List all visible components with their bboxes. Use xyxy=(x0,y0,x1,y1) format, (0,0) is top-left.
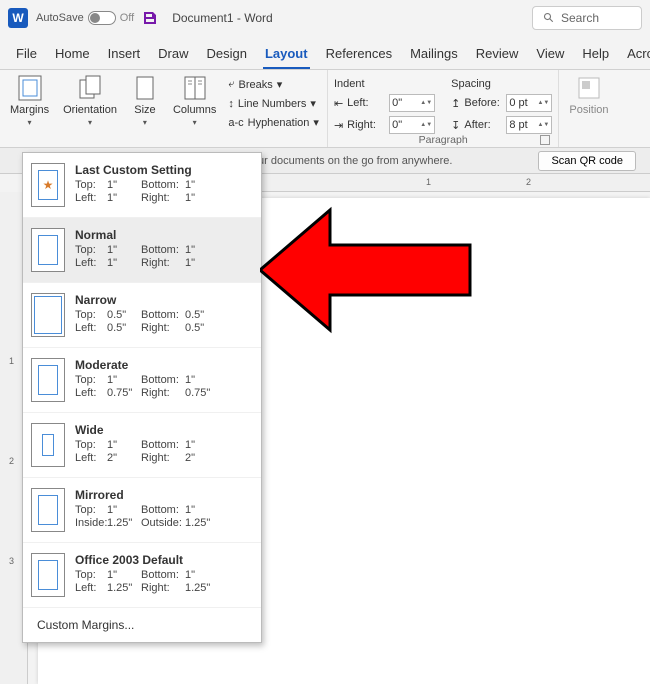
save-icon[interactable] xyxy=(142,10,158,26)
custom-margins-button[interactable]: Custom Margins... xyxy=(23,608,261,642)
hyphenation-button[interactable]: a-cHyphenation▾ xyxy=(226,114,321,131)
indent-heading: Indent xyxy=(334,78,435,90)
info-text: ur documents on the go from anywhere. xyxy=(258,155,452,167)
search-icon xyxy=(543,12,555,24)
margins-label: Margins xyxy=(10,104,49,116)
margins-icon xyxy=(16,74,44,102)
margins-dropdown: ★Last Custom SettingTop:1"Bottom:1"Left:… xyxy=(22,152,262,643)
chevron-down-icon: ▾ xyxy=(28,118,32,127)
margin-thumb-icon xyxy=(31,423,65,467)
size-icon xyxy=(131,74,159,102)
spacing-after[interactable]: ↧ After: 8 pt▲▼ xyxy=(451,116,552,134)
tab-references[interactable]: References xyxy=(324,42,394,69)
margins-option-mirrored[interactable]: MirroredTop:1"Bottom:1"Inside:1.25"Outsi… xyxy=(23,478,261,543)
autosave-toggle[interactable]: AutoSave Off xyxy=(36,11,134,25)
tab-design[interactable]: Design xyxy=(205,42,249,69)
ribbon-tabs: File Home Insert Draw Design Layout References… xyxy=(0,36,650,70)
group-paragraph: Indent ⇤ Left: 0"▲▼ ⇥ Right: 0"▲▼ Spacin… xyxy=(328,70,559,147)
spacing-before[interactable]: ↥ Before: 0 pt▲▼ xyxy=(451,94,552,112)
columns-label: Columns xyxy=(173,104,216,116)
margin-option-name: Office 2003 Default xyxy=(75,553,251,567)
indent-right-icon: ⇥ xyxy=(334,119,343,132)
margins-button[interactable]: Margins ▾ xyxy=(6,72,53,129)
breaks-button[interactable]: ⤶Breaks▾ xyxy=(226,76,321,93)
indent-left-icon: ⇤ xyxy=(334,97,343,110)
tab-file[interactable]: File xyxy=(14,42,39,69)
indent-right[interactable]: ⇥ Right: 0"▲▼ xyxy=(334,116,435,134)
tab-draw[interactable]: Draw xyxy=(156,42,190,69)
ribbon: Margins ▾ Orientation ▾ Size ▾ Columns ▾… xyxy=(0,70,650,148)
word-app-icon: W xyxy=(8,8,28,28)
indent-left-input[interactable]: 0"▲▼ xyxy=(389,94,435,112)
margin-thumb-icon xyxy=(31,293,65,337)
tab-insert[interactable]: Insert xyxy=(106,42,143,69)
search-input[interactable]: Search xyxy=(532,6,642,30)
size-button[interactable]: Size ▾ xyxy=(127,72,163,129)
margin-thumb-icon xyxy=(31,488,65,532)
tab-home[interactable]: Home xyxy=(53,42,92,69)
tab-view[interactable]: View xyxy=(534,42,566,69)
toggle-icon[interactable] xyxy=(88,11,116,25)
tab-acro[interactable]: Acro xyxy=(625,42,650,69)
columns-button[interactable]: Columns ▾ xyxy=(169,72,220,129)
margins-option-wide[interactable]: WideTop:1"Bottom:1"Left:2"Right:2" xyxy=(23,413,261,478)
margin-thumb-icon xyxy=(31,358,65,402)
group-arrange: Position xyxy=(559,70,618,147)
margin-option-name: Last Custom Setting xyxy=(75,163,251,177)
search-placeholder: Search xyxy=(561,11,599,25)
position-button: Position xyxy=(565,72,612,118)
tab-layout[interactable]: Layout xyxy=(263,42,310,69)
size-label: Size xyxy=(134,104,155,116)
paragraph-group-label: Paragraph xyxy=(334,134,552,147)
tab-mailings[interactable]: Mailings xyxy=(408,42,460,69)
orientation-icon xyxy=(76,74,104,102)
margins-option-moderate[interactable]: ModerateTop:1"Bottom:1"Left:0.75"Right:0… xyxy=(23,348,261,413)
margins-option-narrow[interactable]: NarrowTop:0.5"Bottom:0.5"Left:0.5"Right:… xyxy=(23,283,261,348)
margins-option-normal[interactable]: NormalTop:1"Bottom:1"Left:1"Right:1" xyxy=(23,218,261,283)
tab-review[interactable]: Review xyxy=(474,42,521,69)
spacing-before-input[interactable]: 0 pt▲▼ xyxy=(506,94,552,112)
margins-option-office-2003-default[interactable]: Office 2003 DefaultTop:1"Bottom:1"Left:1… xyxy=(23,543,261,608)
autosave-state: Off xyxy=(120,12,134,24)
margin-option-name: Wide xyxy=(75,423,251,437)
position-icon xyxy=(575,74,603,102)
scan-qr-button[interactable]: Scan QR code xyxy=(538,151,636,171)
indent-left[interactable]: ⇤ Left: 0"▲▼ xyxy=(334,94,435,112)
orientation-label: Orientation xyxy=(63,104,117,116)
chevron-down-icon: ▾ xyxy=(88,118,92,127)
position-label: Position xyxy=(569,104,608,116)
spacing-after-input[interactable]: 8 pt▲▼ xyxy=(506,116,552,134)
columns-icon xyxy=(181,74,209,102)
margin-thumb-icon: ★ xyxy=(31,163,65,207)
autosave-label: AutoSave xyxy=(36,12,84,24)
spacing-before-icon: ↥ xyxy=(451,97,460,110)
margin-option-name: Narrow xyxy=(75,293,251,307)
dialog-launcher-icon[interactable] xyxy=(540,135,550,145)
margin-thumb-icon xyxy=(31,553,65,597)
chevron-down-icon: ▾ xyxy=(193,118,197,127)
margin-option-name: Mirrored xyxy=(75,488,251,502)
margin-option-name: Normal xyxy=(75,228,251,242)
spacing-after-icon: ↧ xyxy=(451,119,460,132)
spacing-heading: Spacing xyxy=(451,78,552,90)
margins-option-last-custom-setting[interactable]: ★Last Custom SettingTop:1"Bottom:1"Left:… xyxy=(23,153,261,218)
margin-option-name: Moderate xyxy=(75,358,251,372)
orientation-button[interactable]: Orientation ▾ xyxy=(59,72,121,129)
indent-right-input[interactable]: 0"▲▼ xyxy=(389,116,435,134)
margin-thumb-icon xyxy=(31,228,65,272)
tab-help[interactable]: Help xyxy=(580,42,611,69)
document-title: Document1 - Word xyxy=(172,11,272,25)
line-numbers-button[interactable]: ↕Line Numbers▾ xyxy=(226,95,321,112)
group-page-setup: Margins ▾ Orientation ▾ Size ▾ Columns ▾… xyxy=(0,70,328,147)
chevron-down-icon: ▾ xyxy=(143,118,147,127)
title-bar: W AutoSave Off Document1 - Word Search xyxy=(0,0,650,36)
